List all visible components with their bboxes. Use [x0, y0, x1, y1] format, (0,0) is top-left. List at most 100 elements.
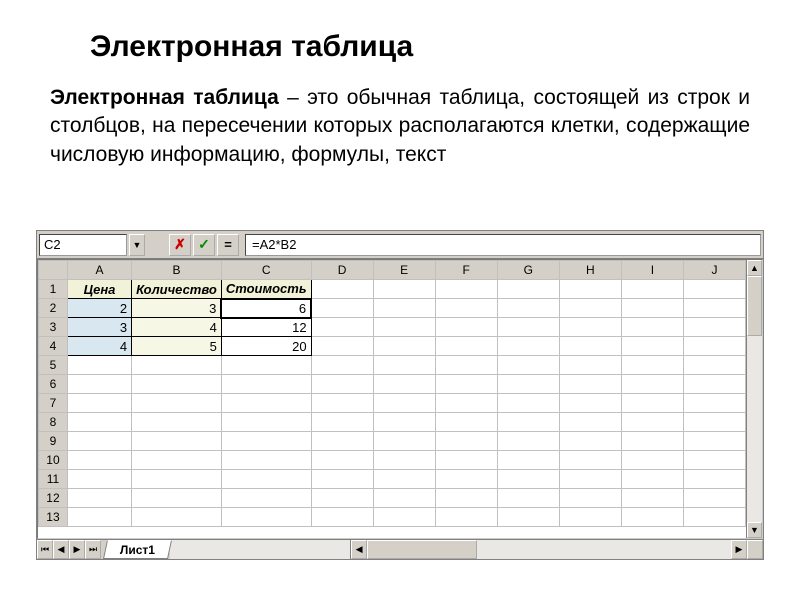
col-header-J[interactable]: J	[683, 261, 745, 280]
cell[interactable]	[132, 432, 222, 451]
scroll-down-button[interactable]: ▼	[747, 522, 762, 538]
scroll-up-button[interactable]: ▲	[747, 260, 762, 276]
cell[interactable]	[559, 394, 621, 413]
cell-A1[interactable]: Цена	[67, 280, 131, 299]
cell-I3[interactable]	[621, 318, 683, 337]
col-header-I[interactable]: I	[621, 261, 683, 280]
cell[interactable]	[559, 432, 621, 451]
row-header-10[interactable]: 10	[39, 451, 68, 470]
cell[interactable]	[683, 489, 745, 508]
cell[interactable]	[683, 451, 745, 470]
cell[interactable]	[559, 508, 621, 527]
cell[interactable]	[373, 394, 435, 413]
formula-cancel-button[interactable]: ✗	[169, 234, 191, 256]
resize-grip[interactable]	[747, 540, 763, 559]
row-header-1[interactable]: 1	[39, 280, 68, 299]
cell[interactable]	[373, 451, 435, 470]
cell[interactable]	[683, 356, 745, 375]
cell-F4[interactable]	[435, 337, 497, 356]
col-header-A[interactable]: A	[67, 261, 131, 280]
cell-E2[interactable]	[373, 299, 435, 318]
cell-B3[interactable]: 4	[132, 318, 222, 337]
row-header-3[interactable]: 3	[39, 318, 68, 337]
cell[interactable]	[435, 432, 497, 451]
horizontal-scrollbar[interactable]: ◀ ▶	[350, 540, 747, 559]
cell[interactable]	[373, 508, 435, 527]
cell[interactable]	[132, 413, 222, 432]
cell[interactable]	[497, 470, 559, 489]
cell[interactable]	[373, 489, 435, 508]
cell[interactable]	[67, 451, 131, 470]
cell[interactable]	[311, 451, 373, 470]
cell[interactable]	[621, 470, 683, 489]
cell[interactable]	[132, 375, 222, 394]
cell[interactable]	[559, 451, 621, 470]
cell[interactable]	[497, 451, 559, 470]
cell[interactable]	[497, 508, 559, 527]
cell[interactable]	[67, 375, 131, 394]
cell-J4[interactable]	[683, 337, 745, 356]
cell[interactable]	[559, 375, 621, 394]
cell-I4[interactable]	[621, 337, 683, 356]
tab-nav-next[interactable]: ▶	[69, 540, 85, 559]
cell[interactable]	[683, 375, 745, 394]
cell[interactable]	[621, 394, 683, 413]
cell-A2[interactable]: 2	[67, 299, 131, 318]
vscroll-track[interactable]	[747, 276, 762, 522]
cell[interactable]	[221, 489, 311, 508]
cell[interactable]	[683, 394, 745, 413]
row-header-9[interactable]: 9	[39, 432, 68, 451]
cell-A3[interactable]: 3	[67, 318, 131, 337]
cell-D2[interactable]	[311, 299, 373, 318]
cell[interactable]	[435, 356, 497, 375]
col-header-D[interactable]: D	[311, 261, 373, 280]
select-all-corner[interactable]	[39, 261, 68, 280]
cell[interactable]	[67, 470, 131, 489]
cell[interactable]	[221, 470, 311, 489]
cell[interactable]	[311, 508, 373, 527]
row-header-8[interactable]: 8	[39, 413, 68, 432]
cell-C4[interactable]: 20	[221, 337, 311, 356]
cell[interactable]	[132, 470, 222, 489]
cell[interactable]	[435, 508, 497, 527]
cell-D4[interactable]	[311, 337, 373, 356]
cell[interactable]	[132, 508, 222, 527]
cell[interactable]	[373, 375, 435, 394]
cell-G3[interactable]	[497, 318, 559, 337]
hscroll-track[interactable]	[367, 540, 731, 559]
cell[interactable]	[221, 432, 311, 451]
cell[interactable]	[373, 413, 435, 432]
cell[interactable]	[497, 413, 559, 432]
cell[interactable]	[221, 356, 311, 375]
row-header-6[interactable]: 6	[39, 375, 68, 394]
tab-nav-last[interactable]: ⏭	[85, 540, 101, 559]
cell-H4[interactable]	[559, 337, 621, 356]
cell[interactable]	[683, 508, 745, 527]
hscroll-thumb[interactable]	[367, 540, 477, 559]
col-header-C[interactable]: C	[221, 261, 311, 280]
cell-G4[interactable]	[497, 337, 559, 356]
cell-B2[interactable]: 3	[132, 299, 222, 318]
cell-H2[interactable]	[559, 299, 621, 318]
cell[interactable]	[67, 356, 131, 375]
cell-F1[interactable]	[435, 280, 497, 299]
cell-grid[interactable]: A B C D E F G H I J 1 Цена Количество Ст…	[38, 260, 746, 527]
cell-J1[interactable]	[683, 280, 745, 299]
cell-E1[interactable]	[373, 280, 435, 299]
tab-nav-prev[interactable]: ◀	[53, 540, 69, 559]
cell[interactable]	[221, 375, 311, 394]
cell-J3[interactable]	[683, 318, 745, 337]
row-header-2[interactable]: 2	[39, 299, 68, 318]
cell[interactable]	[683, 432, 745, 451]
cell[interactable]	[311, 413, 373, 432]
cell-I1[interactable]	[621, 280, 683, 299]
vertical-scrollbar[interactable]: ▲ ▼	[746, 260, 762, 538]
cell[interactable]	[435, 451, 497, 470]
cell-H1[interactable]	[559, 280, 621, 299]
cell-B4[interactable]: 5	[132, 337, 222, 356]
cell[interactable]	[221, 508, 311, 527]
cell[interactable]	[311, 394, 373, 413]
formula-accept-button[interactable]: ✓	[193, 234, 215, 256]
row-header-13[interactable]: 13	[39, 508, 68, 527]
cell[interactable]	[497, 489, 559, 508]
